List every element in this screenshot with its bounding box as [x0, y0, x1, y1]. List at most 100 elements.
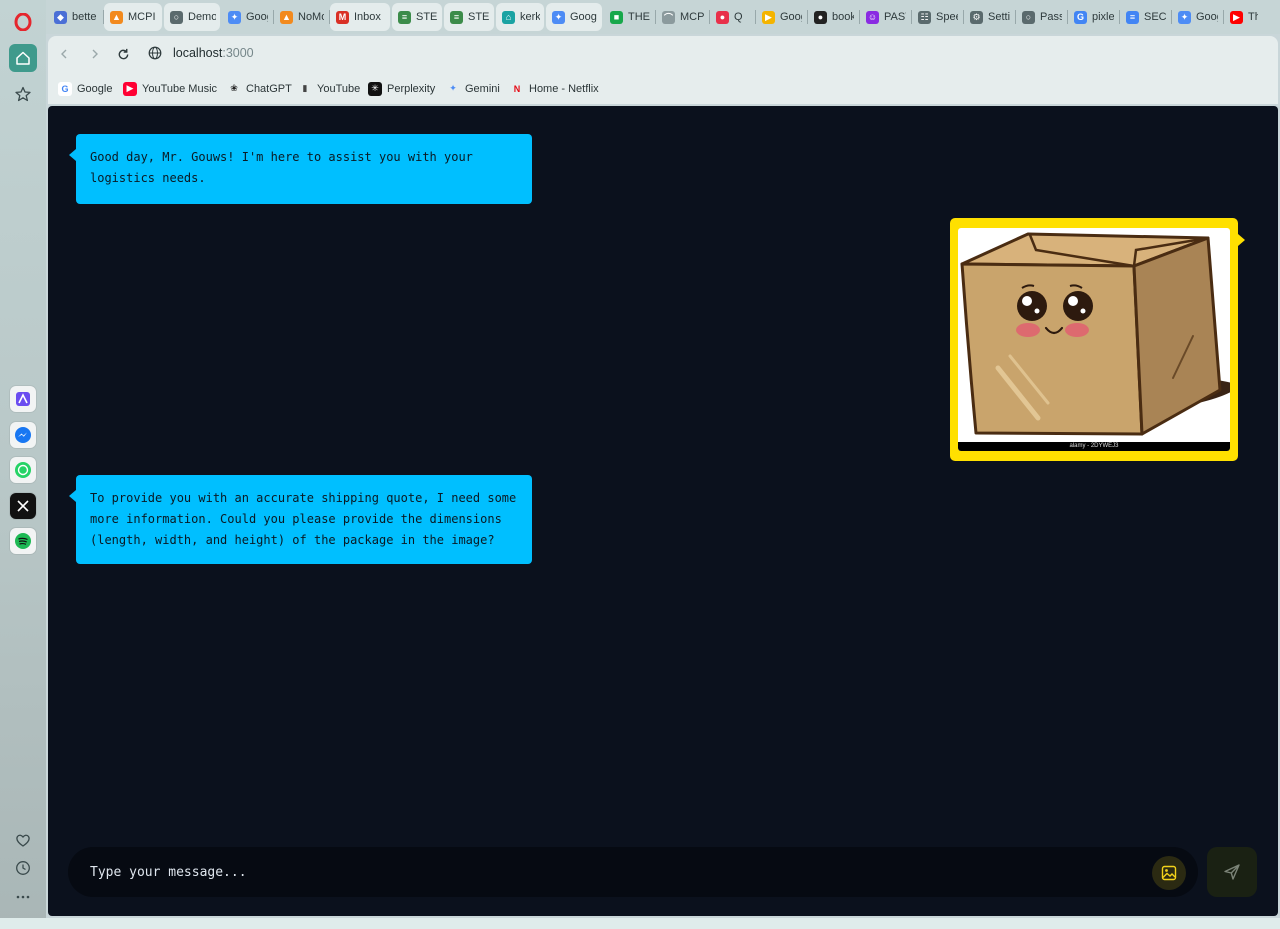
tab-label: SECU: [1144, 11, 1166, 23]
home-icon[interactable]: [9, 44, 37, 72]
tab-label: Passw: [1040, 11, 1062, 23]
aria-app-icon[interactable]: [10, 386, 36, 412]
browser-tab[interactable]: Gpixler: [1068, 3, 1118, 31]
browser-tab[interactable]: ☺ PAST: [860, 3, 910, 31]
tab-label: PAST: [884, 11, 906, 23]
browser-tab[interactable]: ⌒ MCP: [656, 3, 708, 31]
browser-sidebar: [0, 0, 46, 929]
user-image-message: alamy - 2DYWEJ3: [950, 218, 1245, 461]
image-upload-button[interactable]: [1152, 856, 1186, 890]
tab-label: STEP: [416, 11, 438, 23]
browser-tab[interactable]: ● book: [808, 3, 858, 31]
messenger-icon[interactable]: [10, 422, 36, 448]
history-clock-icon[interactable]: [12, 857, 34, 879]
tab-label: kerks: [520, 11, 540, 23]
chatgpt-icon: ❀: [230, 83, 238, 93]
browser-tab[interactable]: ■ THE E: [604, 3, 654, 31]
bot-message-text: Good day, Mr. Gouws! I'm here to assist …: [90, 150, 473, 185]
bookmark-label: Home - Netflix: [529, 82, 599, 95]
tab-label: pixler: [1092, 11, 1114, 23]
back-arrow-icon[interactable]: [54, 44, 74, 64]
gmail-icon: M: [336, 10, 349, 24]
tab-label: book: [832, 11, 854, 23]
browser-tab[interactable]: ◆ bette: [48, 3, 102, 31]
bookmark-item[interactable]: ▶ YouTube Music: [123, 80, 217, 97]
spotify-icon[interactable]: [10, 528, 36, 554]
tab-label: Demo: [188, 11, 216, 23]
browser-tab[interactable]: ✦ Goog: [1172, 3, 1222, 31]
fire-icon: ▲: [110, 10, 123, 24]
globe-icon: ○: [170, 10, 183, 24]
github-icon: ●: [814, 10, 827, 24]
browser-tab[interactable]: ○ Passw: [1016, 3, 1066, 31]
browser-tab[interactable]: ✦ Goog: [222, 3, 272, 31]
package-image[interactable]: alamy - 2DYWEJ3: [958, 228, 1230, 451]
browser-tab[interactable]: ≡ STEP: [444, 3, 494, 31]
bookmark-item[interactable]: ❀ ChatGPT: [227, 80, 292, 97]
heart-icon[interactable]: [12, 829, 34, 851]
youtube-icon: ▶: [1230, 10, 1243, 24]
message-composer: [68, 847, 1198, 897]
browser-tab[interactable]: ⌂ kerks: [496, 3, 544, 31]
chat-page: Good day, Mr. Gouws! I'm here to assist …: [48, 106, 1278, 916]
browser-tab[interactable]: ▲ NoMo: [274, 3, 328, 31]
grid-icon: ☷: [918, 10, 931, 24]
perplexity-icon: ✳: [368, 81, 382, 96]
bookmark-item[interactable]: ▮ YouTube: [298, 80, 361, 97]
browser-tab[interactable]: ▶ Goog: [756, 3, 806, 31]
message-input[interactable]: [90, 847, 1130, 897]
bookmark-item[interactable]: ✦ Gemini: [446, 80, 500, 97]
browser-tab[interactable]: ≡ SECU: [1120, 3, 1170, 31]
send-button[interactable]: [1207, 847, 1257, 897]
star-icon[interactable]: [9, 80, 37, 108]
whatsapp-icon[interactable]: [10, 457, 36, 483]
green-box-icon: ■: [610, 10, 623, 24]
browser-tab[interactable]: ✦ Goog: [546, 3, 602, 31]
google-icon: G: [58, 81, 72, 96]
url-field[interactable]: localhost:3000: [173, 46, 254, 60]
url-host: localhost: [173, 46, 223, 60]
music-icon: ●: [716, 10, 729, 24]
bookmark-label: Perplexity: [387, 82, 436, 95]
doc-icon: ≡: [398, 10, 411, 24]
opera-logo-icon[interactable]: [9, 8, 37, 36]
address-bar: localhost:3000: [48, 36, 1278, 72]
tab-label: Goog: [780, 11, 802, 23]
shield-icon: ◆: [54, 10, 67, 24]
image-watermark: alamy - 2DYWEJ3: [958, 442, 1230, 451]
bookmark-item[interactable]: ✳ Perplexity: [368, 80, 435, 97]
docs-icon: ≡: [1126, 10, 1139, 24]
bookmark-item[interactable]: N Home - Netflix: [510, 80, 599, 97]
browser-tab[interactable]: ▶ The: [1224, 3, 1262, 31]
netflix-icon: N: [513, 83, 521, 94]
tab-label: The: [1248, 11, 1258, 23]
send-icon: [1224, 864, 1240, 880]
bookmark-label: YouTube Music: [142, 82, 218, 95]
bookmark-item[interactable]: G Google: [58, 80, 112, 97]
bookmark-label: Gemini: [465, 82, 500, 95]
gear-icon: ⚙: [970, 10, 983, 24]
url-port: :3000: [222, 46, 254, 60]
browser-tab[interactable]: ⚙ Settin: [964, 3, 1014, 31]
more-dots-icon[interactable]: [12, 886, 34, 908]
tab-label: Q: [734, 11, 743, 23]
meet-icon: ▶: [762, 10, 775, 24]
browser-tab[interactable]: M Inbox: [330, 3, 390, 31]
browser-tab[interactable]: ○ Demo: [164, 3, 220, 31]
browser-tab[interactable]: ● Q: [710, 3, 754, 31]
tab-label: NoMo: [298, 11, 324, 23]
image-icon: [1161, 865, 1177, 881]
reload-icon[interactable]: [113, 44, 133, 64]
tab-label: MCP: [680, 11, 704, 23]
tab-label: STEP: [468, 11, 490, 23]
x-twitter-icon[interactable]: [10, 493, 36, 519]
tab-strip: ◆ bette ▲ MCPI ○ Demo ✦ Goog ▲ NoMo M Inbox ≡ STEP ≡ ST…: [46, 0, 1280, 34]
globe-icon: [148, 46, 162, 63]
tab-label: bette: [72, 11, 97, 23]
forward-arrow-icon[interactable]: [85, 44, 105, 64]
doc-icon: ≡: [450, 10, 463, 24]
browser-tab[interactable]: ▲ MCPI: [104, 3, 162, 31]
browser-tab[interactable]: ☷ Spee: [912, 3, 962, 31]
browser-tab[interactable]: ≡ STEP: [392, 3, 442, 31]
fire-icon: ▲: [280, 10, 293, 24]
